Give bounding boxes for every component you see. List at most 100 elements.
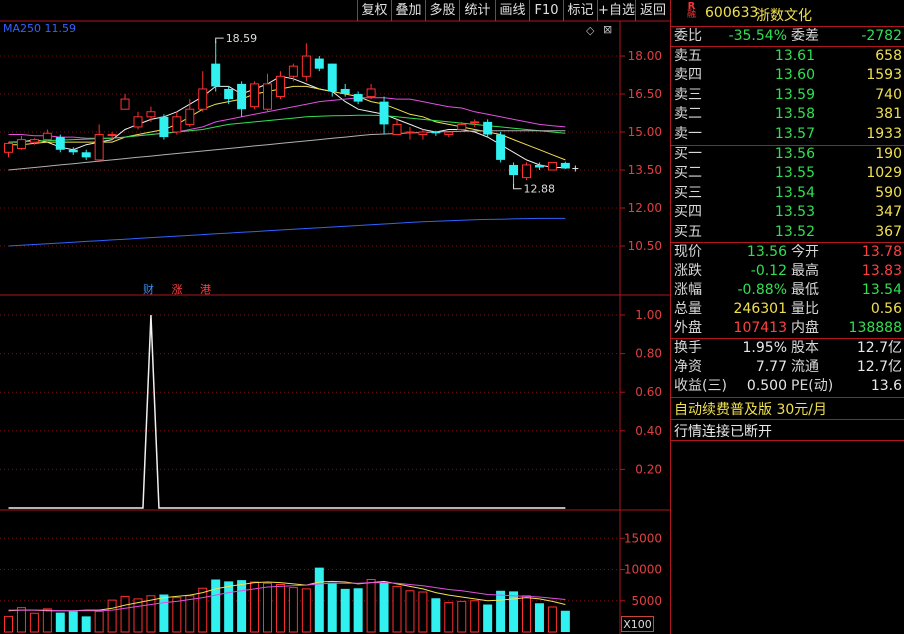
weicha-value: -2782 <box>861 28 902 44</box>
kline-chart-area[interactable]: 18.00 16.50 15.00 13.50 12.00 10.50 1.00 0.80 0.… <box>0 0 670 634</box>
high-marker-label: 18.59 <box>226 32 258 45</box>
news-mark-finance[interactable]: 财 <box>143 283 154 296</box>
stat-label: 总量 <box>674 301 702 317</box>
volume-bar <box>418 591 428 633</box>
connection-status: 行情连接已断开 <box>674 424 772 440</box>
volume-tick-label: 15000 <box>624 531 662 545</box>
price-tick-label: 18.00 <box>628 49 662 63</box>
candle-body <box>198 88 208 110</box>
subscription-plan[interactable]: 自动续费普及版 30元/月 <box>674 399 827 419</box>
fund-row: 净资 7.77 流通 12.7亿 <box>671 358 904 377</box>
candle-body <box>211 63 221 87</box>
toolbar-button-6[interactable]: 标记 <box>563 0 597 21</box>
weicha-label: 委差 <box>791 28 819 44</box>
toolbar-button-4[interactable]: 画线 <box>495 0 529 21</box>
candle-body <box>483 121 493 135</box>
margin-trading-badge: R 融 <box>687 1 697 20</box>
stat-value: -0.12 <box>750 263 787 279</box>
toolbar-button-2[interactable]: 多股 <box>425 0 459 21</box>
candle-body <box>263 83 272 110</box>
ask-level-row[interactable]: 卖四 13.60 1593 <box>671 66 904 85</box>
candle-body <box>405 131 415 134</box>
bid-level-volume: 367 <box>875 223 902 240</box>
ma5-line <box>8 75 566 168</box>
bid-level-label: 买五 <box>674 223 702 240</box>
candle-body <box>327 63 337 92</box>
fund-label: 股本 <box>791 340 819 356</box>
stat-value: 13.56 <box>746 244 787 260</box>
indicator-tick-label: 0.80 <box>635 347 662 361</box>
bid-level-volume: 190 <box>875 146 902 162</box>
bid-level-row[interactable]: 买三 13.54 590 <box>671 184 904 203</box>
bid-level-row[interactable]: 买四 13.53 347 <box>671 203 904 222</box>
ask-level-row[interactable]: 卖三 13.59 740 <box>671 86 904 105</box>
volume-bar <box>224 581 234 632</box>
volume-bar <box>198 587 208 633</box>
volume-bar <box>470 600 480 633</box>
quote-header: R 融 600633 浙数文化 <box>671 0 904 26</box>
volume-bar <box>483 604 493 632</box>
candle-body <box>522 164 531 179</box>
volume-bar <box>340 588 350 632</box>
toolbar-button-5[interactable]: F10 <box>529 0 563 21</box>
ask-level-row[interactable]: 卖五 13.61 658 <box>671 47 904 66</box>
toolbar-button-3[interactable]: 统计 <box>459 0 495 21</box>
volume-bar <box>327 582 337 632</box>
stat-row: 总量 246301 量比 0.56 <box>671 300 904 319</box>
candle-body <box>94 134 104 161</box>
volume-tick-label: 10000 <box>624 563 662 577</box>
volume-bar <box>94 610 104 633</box>
candle-body <box>159 116 169 138</box>
volume-bar <box>107 599 117 633</box>
volume-bar <box>55 612 65 632</box>
price-tick-label: 15.00 <box>628 125 662 139</box>
news-mark-hk[interactable]: 港 <box>200 283 211 296</box>
volume-bar <box>379 582 389 632</box>
toolbar-button-7[interactable]: +自选 <box>597 0 635 21</box>
indicator-tick-label: 0.60 <box>635 385 662 399</box>
bid-level-row[interactable]: 买二 13.55 1029 <box>671 164 904 183</box>
candle-body <box>379 101 389 125</box>
news-mark-rise[interactable]: 涨 <box>172 283 183 296</box>
toolbar-button-0[interactable]: 复权 <box>357 0 391 21</box>
candle-body <box>42 132 52 141</box>
fund-row: 换手 1.95% 股本 12.7亿 <box>671 339 904 358</box>
candle-body <box>392 123 402 136</box>
bid-level-row[interactable]: 买五 13.52 367 <box>671 223 904 242</box>
volume-unit-button[interactable]: X100 <box>621 616 654 632</box>
bid-level-price: 13.53 <box>774 204 815 221</box>
bid-level-row[interactable]: 买一 13.56 190 <box>671 145 904 164</box>
webi-label: 委比 <box>674 28 702 44</box>
volume-bar <box>42 608 52 633</box>
toolbar-button-1[interactable]: 叠加 <box>391 0 425 21</box>
toolbar-button-8[interactable]: 返回 <box>635 0 670 21</box>
kline-chart-canvas[interactable]: 18.00 16.50 15.00 13.50 12.00 10.50 1.00 0.80 0.… <box>0 0 670 634</box>
ask-level-row[interactable]: 卖一 13.57 1933 <box>671 125 904 144</box>
stat-label: 外盘 <box>674 320 702 336</box>
volume-bar <box>263 582 272 633</box>
volume-bar <box>185 595 195 633</box>
fund-label: 流通 <box>791 359 819 375</box>
volume-bar <box>522 595 531 633</box>
stat-row: 现价 13.56 今开 13.78 <box>671 243 904 262</box>
fund-value: 7.77 <box>755 359 787 375</box>
ma250-line <box>8 217 566 247</box>
stat-label: 今开 <box>791 244 819 260</box>
diamond-icon[interactable]: ◇ <box>586 24 594 37</box>
candle-body <box>366 88 376 98</box>
bid-level-price: 13.55 <box>774 165 815 182</box>
fund-label: 净资 <box>674 359 702 375</box>
price-tick-label: 10.50 <box>628 239 662 253</box>
candle-body <box>418 131 428 136</box>
bid-level-price: 13.54 <box>774 184 815 201</box>
stat-row: 涨跌 -0.12 最高 13.83 <box>671 262 904 281</box>
volume-bar <box>496 590 506 632</box>
candle-body <box>431 132 441 134</box>
volume-bar <box>301 588 311 633</box>
close-icon[interactable]: ⊠ <box>603 23 612 36</box>
candle-body <box>353 94 363 102</box>
stat-row: 外盘 107413 内盘 138888 <box>671 319 904 338</box>
ask-level-row[interactable]: 卖二 13.58 381 <box>671 105 904 124</box>
price-tick-label: 16.50 <box>628 87 662 101</box>
candle-body <box>547 161 557 171</box>
